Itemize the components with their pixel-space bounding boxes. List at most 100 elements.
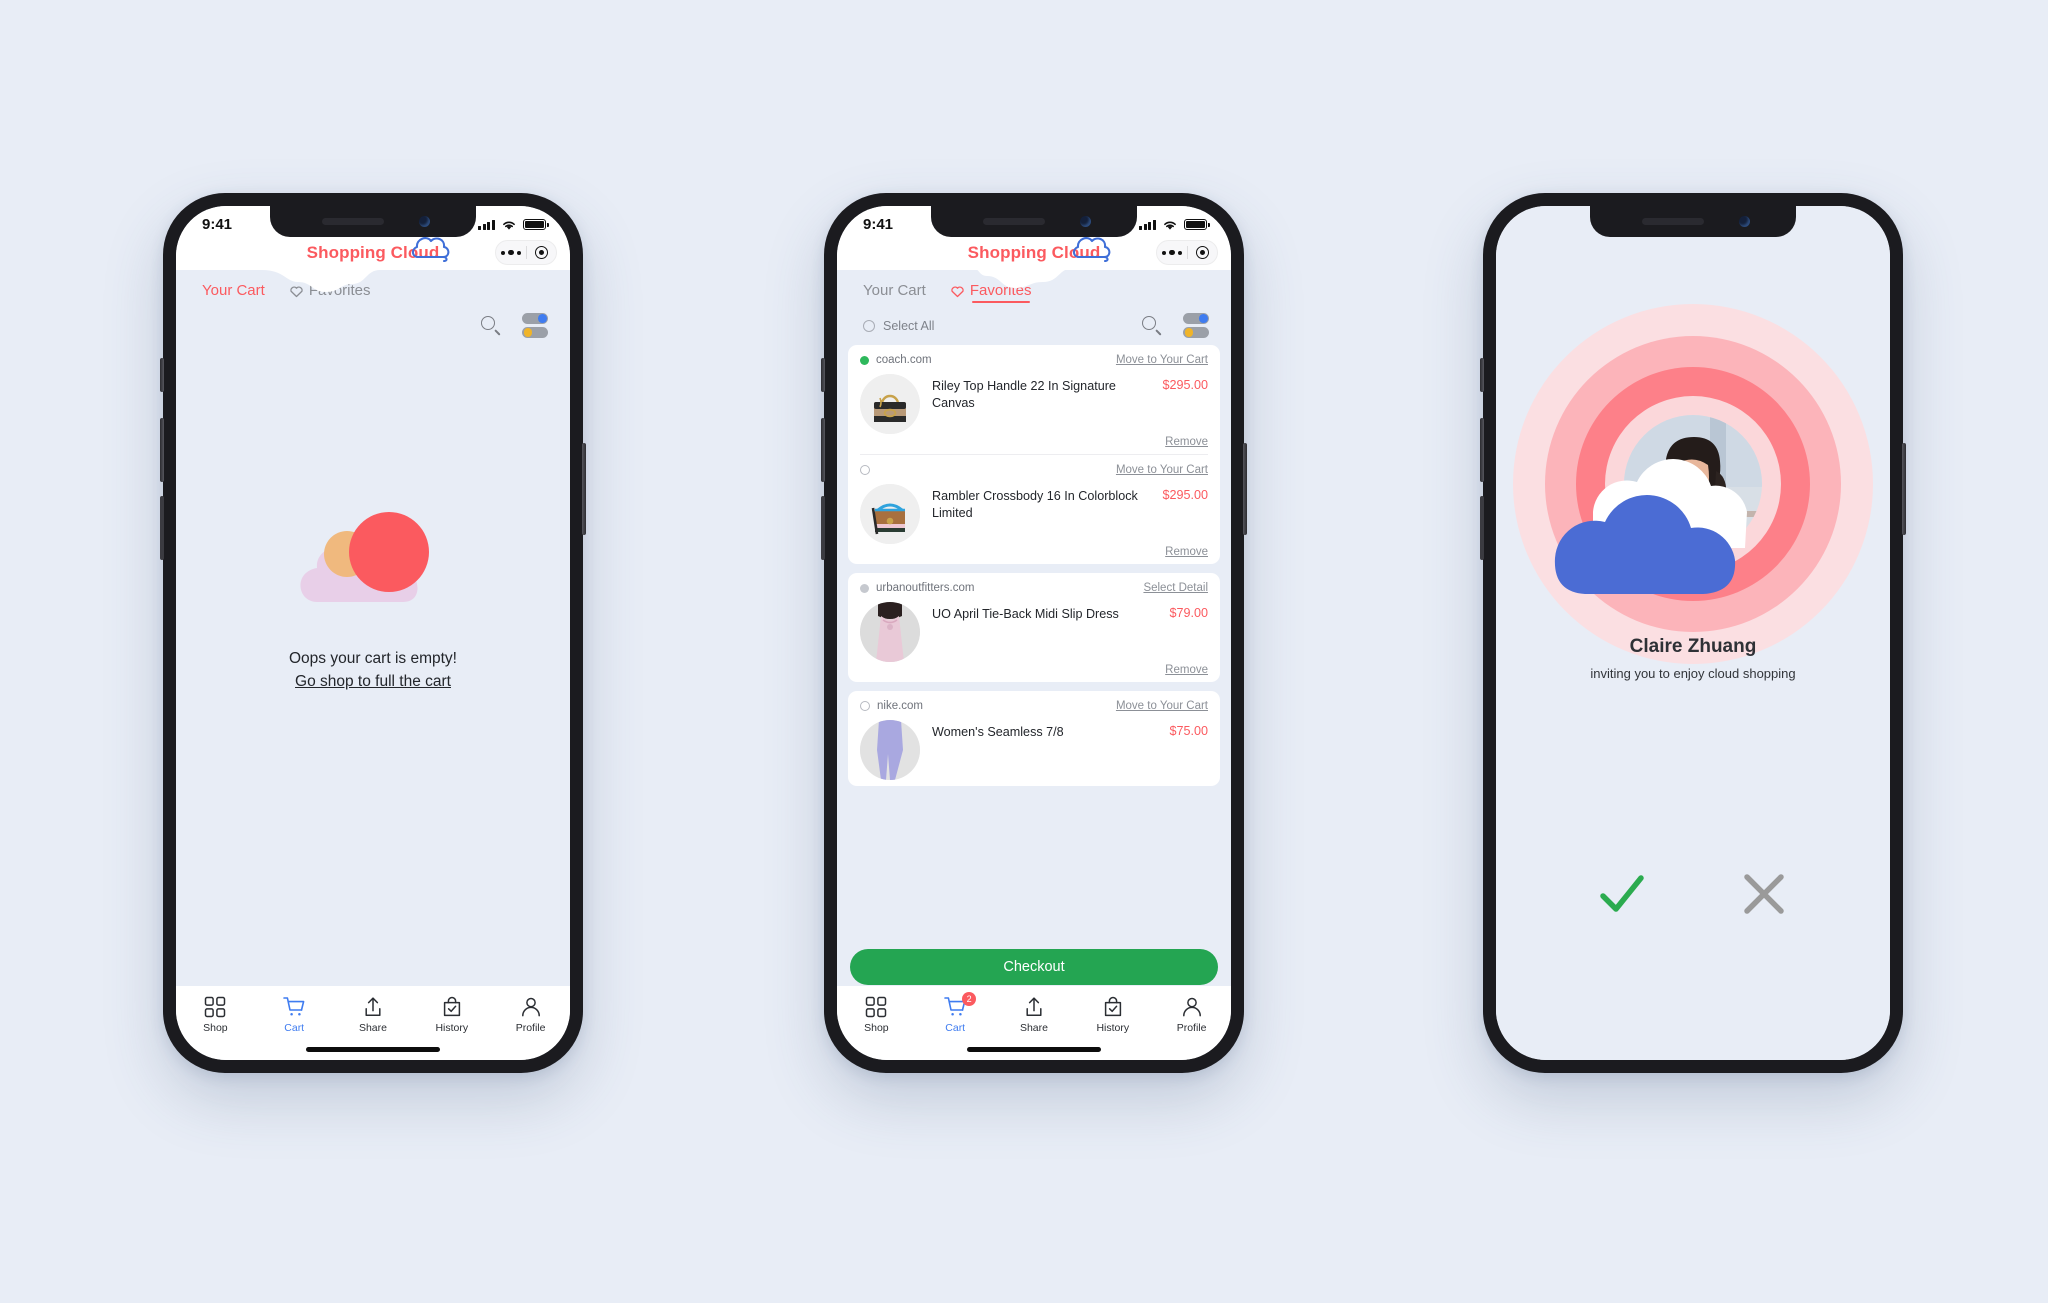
tab-active-underline (971, 301, 1030, 303)
group-header: Move to Your Cart (860, 455, 1208, 476)
product-info: Women's Seamless 7/8 (932, 720, 1157, 741)
list-item[interactable]: UO April Tie-Back Midi Slip Dress $79.00 (860, 594, 1208, 662)
remove-link[interactable]: Remove (860, 664, 1208, 676)
group-marker-hollow-icon[interactable] (860, 465, 870, 475)
product-price: $75.00 (1169, 724, 1208, 738)
nav-share-label: Share (1019, 1022, 1048, 1034)
nav-share[interactable]: Share (995, 996, 1074, 1034)
nav-cart-label: Cart (945, 1022, 966, 1034)
bottom-nav: Shop Cart Share History Profile (176, 986, 570, 1060)
home-indicator[interactable] (306, 1047, 440, 1052)
nav-shop[interactable]: Shop (176, 996, 255, 1034)
check-icon[interactable] (1594, 866, 1650, 922)
more-dots-icon[interactable] (496, 249, 526, 256)
status-time: 9:41 (863, 216, 894, 233)
person-icon (1182, 997, 1201, 1017)
nav-cart[interactable]: 2 Cart (916, 992, 995, 1034)
tab-your-cart[interactable]: Your Cart (202, 282, 265, 299)
group-header: nike.com Move to Your Cart (860, 700, 1208, 712)
grid-icon (205, 996, 226, 1018)
tab-your-cart-label: Your Cart (863, 282, 926, 299)
tab-your-cart-label: Your Cart (202, 282, 265, 299)
bag-check-icon (1104, 996, 1121, 1017)
go-shop-link[interactable]: Go shop to full the cart (295, 673, 451, 691)
wifi-icon (1164, 221, 1176, 230)
nav-share[interactable]: Share (334, 996, 413, 1034)
select-all-radio[interactable] (863, 319, 875, 332)
bag-check-icon (443, 996, 460, 1017)
grid-icon (866, 996, 887, 1018)
home-indicator[interactable] (967, 1047, 1101, 1052)
invite-rings (1513, 304, 1873, 664)
wechat-capsule[interactable] (495, 240, 557, 265)
wechat-capsule[interactable] (1156, 240, 1218, 265)
list-item[interactable]: Rambler Crossbody 16 In Colorblock Limit… (860, 476, 1208, 544)
front-camera (1080, 216, 1091, 227)
search-icon[interactable] (481, 315, 501, 336)
speaker-grill (983, 218, 1045, 225)
nav-history-label: History (1096, 1022, 1130, 1034)
signal-icon (478, 219, 495, 230)
move-to-cart-link[interactable]: Move to Your Cart (1116, 464, 1208, 476)
product-thumbnail (860, 720, 920, 780)
group-marker-filled-icon[interactable] (860, 583, 869, 593)
product-info: Riley Top Handle 22 In Signature Canvas (932, 374, 1150, 411)
nav-history[interactable]: History (412, 996, 491, 1034)
empty-cart-state: Oops your cart is empty! Go shop to full… (176, 379, 570, 809)
tool-row (176, 309, 570, 345)
phone-invite: Claire Zhuang inviting you to enjoy clou… (1480, 193, 1906, 1073)
select-detail-link[interactable]: Select Detail (1143, 582, 1208, 594)
group-marker-filled-icon[interactable] (860, 355, 869, 365)
nav-profile[interactable]: Profile (1152, 996, 1231, 1034)
target-circle-icon[interactable] (1188, 246, 1218, 259)
nav-cart-label: Cart (284, 1022, 305, 1034)
product-name: Rambler Crossbody 16 In Colorblock Limit… (932, 489, 1138, 520)
product-thumbnail (860, 374, 920, 434)
nav-profile-label: Profile (515, 1022, 546, 1034)
product-thumbnail (860, 484, 920, 544)
product-info: Rambler Crossbody 16 In Colorblock Limit… (932, 484, 1150, 521)
move-to-cart-link[interactable]: Move to Your Cart (1116, 354, 1208, 366)
target-circle-icon[interactable] (527, 246, 557, 259)
status-indicators (478, 219, 549, 231)
nav-history[interactable]: History (1073, 996, 1152, 1034)
product-name: Women's Seamless 7/8 (932, 725, 1064, 739)
cart-icon (283, 997, 305, 1016)
tool-row: Select All (837, 309, 1231, 345)
nav-shop[interactable]: Shop (837, 996, 916, 1034)
speaker-grill (322, 218, 384, 225)
group-card: urbanoutfitters.com Select Detail UO Apr… (848, 573, 1220, 682)
empty-cart-illustration (277, 498, 469, 626)
status-time: 9:41 (202, 216, 233, 233)
nav-profile-label: Profile (1176, 1022, 1207, 1034)
person-icon (521, 997, 540, 1017)
heart-icon (951, 285, 964, 297)
product-price: $295.00 (1162, 378, 1208, 392)
nav-profile[interactable]: Profile (491, 996, 570, 1034)
list-item[interactable]: Women's Seamless 7/8 $75.00 (860, 712, 1208, 780)
filter-toggles-icon[interactable] (522, 313, 548, 338)
group-marker-hollow-icon[interactable] (860, 701, 870, 711)
invite-subtitle: inviting you to enjoy cloud shopping (1590, 666, 1796, 681)
favorites-list[interactable]: coach.com Move to Your Cart Riley Top Ha… (837, 345, 1231, 786)
move-to-cart-link[interactable]: Move to Your Cart (1116, 700, 1208, 712)
power-button[interactable] (1243, 443, 1247, 535)
speaker-grill (1642, 218, 1704, 225)
tab-your-cart[interactable]: Your Cart (863, 282, 926, 299)
cloud-overlay-icon (1554, 459, 1747, 594)
power-button[interactable] (582, 443, 586, 535)
remove-link[interactable]: Remove (860, 546, 1208, 558)
more-dots-icon[interactable] (1157, 249, 1187, 256)
select-all-control[interactable]: Select All (863, 319, 934, 333)
nav-cart[interactable]: Cart (255, 996, 334, 1034)
remove-link[interactable]: Remove (860, 436, 1208, 448)
close-icon[interactable] (1736, 866, 1792, 922)
group-header: coach.com Move to Your Cart (860, 354, 1208, 366)
filter-toggles-icon[interactable] (1183, 313, 1209, 338)
checkout-button[interactable]: Checkout (850, 949, 1218, 985)
power-button[interactable] (1902, 443, 1906, 535)
list-item[interactable]: Riley Top Handle 22 In Signature Canvas … (860, 366, 1208, 434)
product-thumbnail (860, 602, 920, 662)
brand-logo: Shopping Cloud (307, 237, 450, 263)
search-icon[interactable] (1142, 315, 1162, 336)
